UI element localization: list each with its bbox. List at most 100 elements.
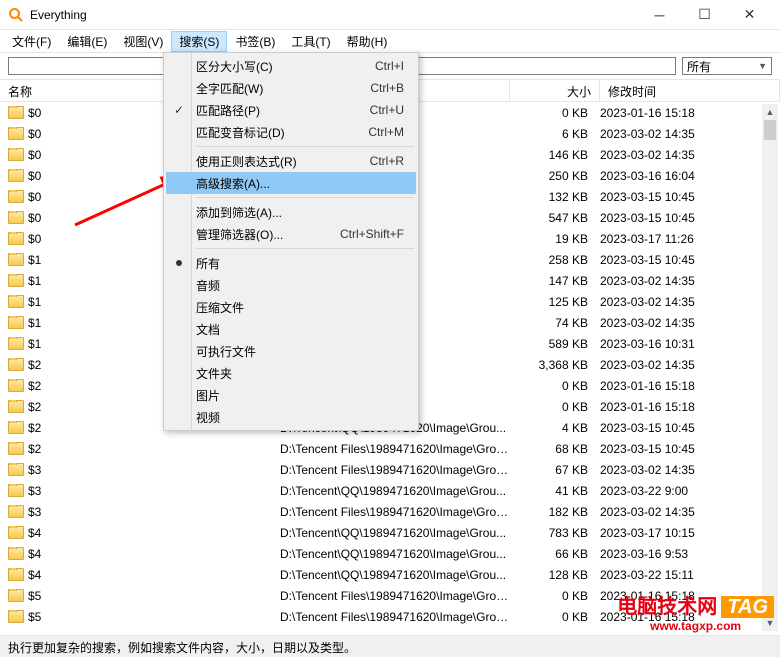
menu-item[interactable]: 编辑(E) [59,31,115,52]
file-date: 2023-03-02 14:35 [600,463,780,477]
file-size: 74 KB [510,316,600,330]
menu-item-label: 添加到筛选(A)... [192,204,416,221]
file-size: 0 KB [510,610,600,624]
menu-item[interactable]: 压缩文件 [166,296,416,318]
file-path: D:\Tencent\QQ\1989471620\Image\Grou... [280,526,510,540]
menu-item[interactable]: 全字匹配(W)Ctrl+B [166,77,416,99]
file-date: 2023-01-16 15:18 [600,379,780,393]
folder-icon [8,253,24,266]
menu-item-label: 使用正则表达式(R) [192,153,370,170]
menu-item[interactable]: 图片 [166,384,416,406]
filter-select[interactable]: 所有 ▼ [682,57,772,75]
folder-icon [8,274,24,287]
chevron-down-icon: ▼ [758,61,767,71]
menu-item-label: 文件夹 [192,365,416,382]
folder-icon [8,547,24,560]
menu-item-label: 区分大小写(C) [192,58,375,75]
maximize-button[interactable]: ☐ [682,0,727,30]
file-date: 2023-03-17 11:26 [600,232,780,246]
folder-icon [8,505,24,518]
result-row[interactable]: $3D:\Tencent Files\1989471620\Image\Grou… [0,459,780,480]
menu-item[interactable]: 高级搜索(A)... [166,172,416,194]
folder-icon [8,211,24,224]
menu-item-label: 视频 [192,409,416,426]
menu-item[interactable]: 文件夹 [166,362,416,384]
menu-item[interactable]: 视图(V) [115,31,171,52]
file-path: D:\Tencent Files\1989471620\Image\Grou..… [280,442,510,456]
file-name: $2 [28,400,41,414]
file-path: D:\Tencent Files\1989471620\Image\Grou..… [280,589,510,603]
menu-item[interactable]: 使用正则表达式(R)Ctrl+R [166,150,416,172]
file-name: $5 [28,589,41,603]
file-size: 19 KB [510,232,600,246]
menu-item[interactable]: 所有 [166,252,416,274]
menu-item[interactable]: 文件(F) [4,31,59,52]
file-date: 2023-03-16 9:53 [600,547,780,561]
menu-item[interactable]: 书签(B) [227,31,283,52]
file-date: 2023-03-17 10:15 [600,526,780,540]
file-date: 2023-01-16 15:18 [600,106,780,120]
header-date[interactable]: 修改时间 [600,80,780,101]
header-size[interactable]: 大小 [510,80,600,101]
file-date: 2023-01-16 15:18 [600,400,780,414]
folder-icon [8,589,24,602]
menu-item-accelerator: Ctrl+R [370,154,416,168]
result-row[interactable]: $4D:\Tencent\QQ\1989471620\Image\Grou...… [0,543,780,564]
status-bar: 执行更加复杂的搜索，例如搜索文件内容，大小，日期以及类型。 [0,635,780,657]
folder-icon [8,127,24,140]
menu-item[interactable]: 帮助(H) [339,31,396,52]
menu-separator [196,197,414,198]
menu-item-label: 所有 [192,255,416,272]
file-date: 2023-03-02 14:35 [600,505,780,519]
menu-item[interactable]: 音频 [166,274,416,296]
file-name: $0 [28,169,41,183]
file-path: D:\Tencent Files\1989471620\Image\Grou..… [280,610,510,624]
file-name: $0 [28,211,41,225]
menu-item[interactable]: 添加到筛选(A)... [166,201,416,223]
menu-item-label: 压缩文件 [192,299,416,316]
menu-item-accelerator: Ctrl+M [368,125,416,139]
file-name: $2 [28,442,41,456]
file-size: 128 KB [510,568,600,582]
menu-item-accelerator: Ctrl+I [375,59,416,73]
file-name: $2 [28,421,41,435]
menu-item-label: 匹配路径(P) [192,102,370,119]
menu-item[interactable]: 搜索(S) [171,31,227,52]
menu-item[interactable]: ✓匹配路径(P)Ctrl+U [166,99,416,121]
folder-icon [8,295,24,308]
result-row[interactable]: $3D:\Tencent Files\1989471620\Image\Grou… [0,501,780,522]
folder-icon [8,337,24,350]
menu-item[interactable]: 文档 [166,318,416,340]
menu-item-label: 匹配变音标记(D) [192,124,368,141]
scroll-up-button[interactable]: ▲ [762,104,778,120]
menu-item[interactable]: 区分大小写(C)Ctrl+I [166,55,416,77]
file-name: $1 [28,337,41,351]
menu-item[interactable]: 匹配变音标记(D)Ctrl+M [166,121,416,143]
result-row[interactable]: $3D:\Tencent\QQ\1989471620\Image\Grou...… [0,480,780,501]
menu-item[interactable]: 工具(T) [283,31,338,52]
file-name: $4 [28,547,41,561]
result-row[interactable]: $4D:\Tencent\QQ\1989471620\Image\Grou...… [0,522,780,543]
menu-item[interactable]: 视频 [166,406,416,428]
result-row[interactable]: $2 D:\Tencent Files\1989471620\Image\Grou… [0,438,780,459]
vertical-scrollbar[interactable]: ▲ ▼ [762,104,778,631]
result-row[interactable]: $4D:\Tencent\QQ\1989471620\Image\Grou...… [0,564,780,585]
scroll-thumb[interactable] [764,120,776,140]
file-name: $0 [28,232,41,246]
menu-item-label: 文档 [192,321,416,338]
file-date: 2023-03-02 14:35 [600,127,780,141]
menu-separator [196,146,414,147]
window-title: Everything [30,8,637,22]
file-path: D:\Tencent Files\1989471620\Image\Grou..… [280,463,510,477]
file-path: D:\Tencent\QQ\1989471620\Image\Grou... [280,568,510,582]
minimize-button[interactable]: ─ [637,0,682,30]
file-size: 3,368 KB [510,358,600,372]
file-name: $0 [28,127,41,141]
close-button[interactable]: ✕ [727,0,772,30]
file-size: 547 KB [510,211,600,225]
menu-item[interactable]: 管理筛选器(O)...Ctrl+Shift+F [166,223,416,245]
folder-icon [8,400,24,413]
menu-item-label: 图片 [192,387,416,404]
menu-item[interactable]: 可执行文件 [166,340,416,362]
file-size: 589 KB [510,337,600,351]
